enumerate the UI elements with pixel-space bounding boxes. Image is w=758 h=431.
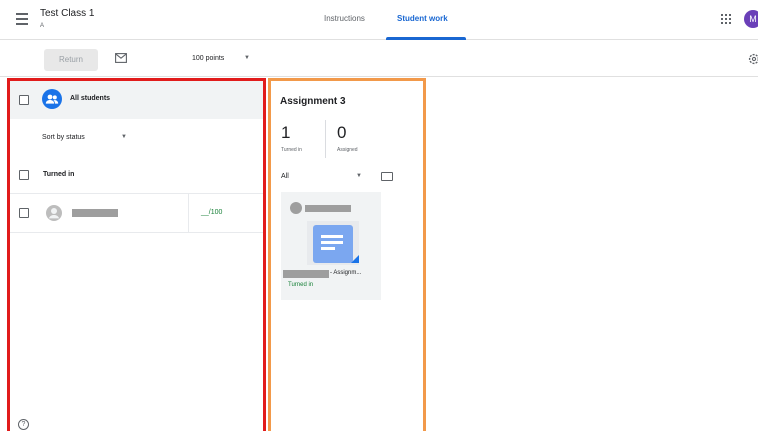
chevron-down-icon[interactable]: ▼ — [121, 134, 127, 140]
all-students-row[interactable]: All students — [10, 81, 263, 119]
tab-instructions[interactable]: Instructions — [324, 14, 365, 23]
folder-icon[interactable] — [381, 172, 393, 181]
sort-dropdown[interactable]: Sort by status — [42, 134, 85, 141]
student-list-panel: All students Sort by status ▼ Turned in … — [7, 78, 266, 431]
turned-in-count: 1 — [281, 123, 291, 142]
student-name-redacted — [72, 209, 118, 217]
return-button[interactable]: Return — [44, 49, 98, 71]
assignment-panel: Assignment 3 1 Turned in 0 Assigned All … — [268, 78, 426, 431]
submission-filter-dropdown[interactable]: All — [281, 173, 289, 180]
help-icon[interactable]: ? — [18, 419, 29, 430]
select-all-checkbox[interactable] — [19, 95, 29, 105]
submission-card[interactable]: - Assignm... Turned in — [281, 192, 381, 300]
chevron-down-icon[interactable]: ▼ — [356, 173, 362, 179]
assigned-count: 0 — [337, 123, 347, 142]
assigned-count-label: Assigned — [337, 147, 358, 153]
student-avatar — [290, 202, 302, 214]
select-turned-in-checkbox[interactable] — [19, 170, 29, 180]
grade-input[interactable]: __/100 — [201, 209, 222, 216]
settings-icon[interactable] — [748, 53, 758, 65]
people-group-icon — [42, 89, 62, 109]
top-app-bar: Test Class 1 A Instructions Student work… — [0, 0, 758, 40]
turned-in-count-label: Turned in — [281, 147, 302, 153]
file-name-redacted — [283, 270, 329, 278]
account-avatar[interactable]: M — [744, 10, 758, 28]
all-students-label: All students — [70, 95, 111, 102]
stats-divider — [325, 120, 326, 158]
chevron-down-icon[interactable]: ▼ — [244, 55, 250, 61]
grade-divider — [188, 194, 189, 232]
class-title[interactable]: Test Class 1 — [40, 8, 94, 19]
assignment-title: Assignment 3 — [280, 96, 346, 107]
submission-status: Turned in — [288, 282, 314, 288]
active-tab-indicator — [386, 37, 466, 40]
tab-student-work[interactable]: Student work — [397, 14, 448, 23]
document-icon — [307, 221, 359, 265]
student-avatar — [46, 205, 62, 221]
class-section: A — [40, 23, 45, 29]
student-name-redacted — [305, 205, 351, 212]
student-row[interactable]: __/100 — [10, 193, 263, 233]
turned-in-section-label: Turned in — [43, 171, 75, 178]
student-checkbox[interactable] — [19, 208, 29, 218]
google-apps-icon[interactable] — [721, 14, 731, 24]
main-menu-icon[interactable] — [14, 12, 32, 26]
mail-icon[interactable] — [115, 53, 127, 63]
file-name-label: - Assignm... — [330, 270, 362, 276]
points-dropdown[interactable]: 100 points — [192, 55, 224, 62]
grading-toolbar: Return 100 points ▼ — [0, 41, 758, 77]
